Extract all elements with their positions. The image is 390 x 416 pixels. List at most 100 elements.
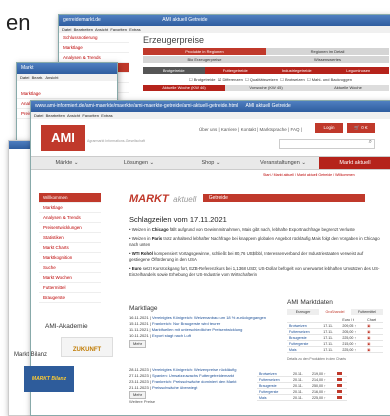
- chart-icon[interactable]: [336, 372, 342, 376]
- chart-icon[interactable]: [336, 384, 342, 388]
- filter-checkbox[interactable]: ☑ Differenzen: [218, 77, 243, 82]
- markt-bilanz-badge[interactable]: MARKT Bilanz: [24, 366, 74, 392]
- back-filters: ☐ Brotgetreide ☑ Differenzen ☐ Qualitäts…: [189, 77, 352, 82]
- main-sidebar: Willkommen Marktlage Analysen & Trends P…: [39, 193, 101, 303]
- marktdaten-note[interactable]: Details zu den Produkten in den Charts: [287, 357, 346, 361]
- menu-favorites[interactable]: Favoriten: [82, 113, 99, 118]
- more-button-2[interactable]: Mehr: [129, 391, 147, 399]
- sidebar-item-braugerste[interactable]: Braugerste: [39, 293, 101, 303]
- nav-maerkte[interactable]: Märkte ⌄: [31, 157, 103, 169]
- sidebar-item-marktlage[interactable]: Marktlage: [39, 203, 101, 213]
- main-window-menubar: Datei Bearbeiten Ansicht Favoriten Extra…: [31, 112, 390, 119]
- markt-bilanz-title: Markt Bilanz: [14, 352, 48, 358]
- subheader-previous: Vorwoche (KW 45): [225, 85, 307, 91]
- chart-icon[interactable]: [336, 390, 342, 394]
- table-row[interactable]: Mais 20.11. 225,00 ↑: [257, 394, 347, 401]
- back-tabs-row2: Bio Erzeugerpreise Wissenswertes: [143, 56, 389, 63]
- table-row[interactable]: Mais 17.11. 225,00 ↑ ▣: [287, 346, 383, 353]
- nav-veranstaltungen[interactable]: Veranstaltungen ⌄: [247, 157, 319, 169]
- headline: Schlagzeilen vom 17.11.2021: [129, 215, 227, 224]
- menu-file[interactable]: Datei: [20, 75, 29, 80]
- marktdaten-tab[interactable]: Großhandel: [319, 309, 351, 315]
- menu-view[interactable]: Ansicht: [67, 113, 80, 118]
- sidebar-item[interactable]: Marktlage: [17, 89, 117, 99]
- menu-file[interactable]: Datei: [62, 27, 71, 32]
- tab-bio[interactable]: Bio Erzeugerpreise: [143, 56, 266, 63]
- chart-icon: ▣: [365, 346, 383, 353]
- login-button[interactable]: Login: [315, 123, 343, 133]
- filter-checkbox[interactable]: ☐ Qualitätsweizen: [245, 77, 278, 82]
- sidebar-item[interactable]: Marktlage: [59, 43, 129, 53]
- menu-extras[interactable]: Extras: [129, 27, 140, 32]
- akademie-banner[interactable]: ZUKUNFT: [61, 337, 113, 357]
- bullet-item: • Euro setzt Kursrückgang fort, EZB-Refe…: [129, 266, 380, 277]
- sidebar-item-suche[interactable]: Suche: [39, 263, 101, 273]
- col-futtergetreide[interactable]: Futtergetreide: [204, 67, 266, 74]
- sidebar-item-futtermittel[interactable]: Futtermittel: [39, 283, 101, 293]
- sidebar-item-preise[interactable]: Preisentwicklungen: [39, 223, 101, 233]
- logo-text: AMI: [51, 130, 75, 145]
- marktdaten-title: AMI Marktdaten: [287, 299, 333, 306]
- back-window-titlebar[interactable]: gerreidemarkt.de AMI aktuell Getreide: [59, 15, 390, 26]
- breadcrumb[interactable]: Start / Markt aktuell / Markt aktuell Ge…: [263, 173, 355, 177]
- chart-icon[interactable]: [336, 396, 342, 400]
- top-links[interactable]: Über uns | Karriere | Kontakt | Marktspr…: [199, 127, 302, 132]
- tab-wissenswertes[interactable]: Wissenswertes: [266, 56, 389, 63]
- main-window-titlebar[interactable]: www.ami-informiert.de/ami-maerkte/maerkt…: [31, 101, 390, 112]
- menu-file[interactable]: Datei: [34, 113, 43, 118]
- marktdaten-tab[interactable]: Erzeuger: [287, 309, 319, 315]
- mid-window-titlebar[interactable]: Markt: [17, 63, 117, 74]
- col-leguminosen[interactable]: Leguminosen: [327, 67, 389, 74]
- menu-view[interactable]: Ansicht: [95, 27, 108, 32]
- tab-produkte[interactable]: Produkte in Regionen: [143, 48, 266, 55]
- ami-logo[interactable]: AMI: [41, 125, 85, 151]
- filter-checkbox[interactable]: ☐ Mahl- und Backroggen: [307, 77, 352, 82]
- menu-extras[interactable]: Extras: [101, 113, 112, 118]
- nav-shop[interactable]: Shop ⌄: [175, 157, 247, 169]
- sidebar-item-wochen[interactable]: Markt Wochen: [39, 273, 101, 283]
- filter-checkbox[interactable]: ☐ Brotgetreide: [189, 77, 216, 82]
- search-input[interactable]: ⌕: [279, 139, 375, 149]
- marktdaten-tab[interactable]: Futtermittel: [351, 309, 383, 315]
- marktdaten-tabs: Erzeuger Großhandel Futtermittel: [287, 309, 383, 315]
- marktlage-item[interactable]: 10.11.2021 | Export stagt nach Luft: [129, 333, 281, 339]
- brand-aktuell: aktuell: [173, 195, 197, 204]
- search-icon: ⌕: [368, 139, 372, 145]
- back-window-tab[interactable]: AMI aktuell Getreide: [162, 17, 207, 23]
- col-brotgetreide[interactable]: Brotgetreide: [143, 67, 205, 74]
- menu-edit[interactable]: Bearbeiten: [46, 113, 65, 118]
- marktdaten-table: Euro / t Chart Brotweizen 17.11. 209,05 ↑ ▣ …: [287, 317, 383, 353]
- main-window-tab[interactable]: AMI aktuell Getreide: [246, 103, 291, 109]
- headline-bullets: • Weizen in Chicago fällt aufgrund von G…: [129, 227, 383, 281]
- menu-edit[interactable]: Bearbeiten: [74, 27, 93, 32]
- main-window-url[interactable]: www.ami-informiert.de/ami-maerkte/maerkt…: [35, 103, 238, 109]
- sidebar-item-marktkognition[interactable]: Marktkognition: [39, 253, 101, 263]
- cart-icon: 🛒: [354, 125, 361, 130]
- menu-edit[interactable]: Bearb.: [32, 75, 44, 80]
- filter-checkbox[interactable]: ☐ Brotweizen: [280, 77, 305, 82]
- back-window-url: gerreidemarkt.de: [63, 17, 101, 23]
- chart-icon[interactable]: [336, 378, 342, 382]
- lower-price-table: Brotweizen 20.11. 219,00 ↑ Futterweizen 20.…: [257, 371, 347, 401]
- brand-tag: Getreide: [202, 193, 365, 202]
- sidebar-item[interactable]: Schlussnotierung: [59, 33, 129, 43]
- sidebar-item-analysen[interactable]: Analysen & Trends: [39, 213, 101, 223]
- logo-subtitle: Agrarmarkt Informations-Gesellschaft: [87, 139, 145, 143]
- nav-loesungen[interactable]: Lösungen ⌄: [103, 157, 175, 169]
- nav-markt-aktuell[interactable]: Markt aktuell: [319, 157, 390, 169]
- markt-aktuell-brand: MARKT aktuell Getreide: [129, 189, 365, 207]
- menu-view[interactable]: Ansicht: [45, 75, 58, 80]
- col-industrie[interactable]: Industriegetreide: [266, 67, 328, 74]
- sidebar-item-charts[interactable]: Markt Charts: [39, 243, 101, 253]
- cart-button[interactable]: 🛒 0 €: [347, 123, 375, 133]
- sidebar-item-willkommen[interactable]: Willkommen: [39, 193, 101, 203]
- bullet-item: • WTI Rohöl kompensiert Vortagsgewinne, …: [129, 251, 364, 262]
- subheader-current: Aktuelle Woche (KW 46): [143, 85, 225, 91]
- tab-regionen[interactable]: Regionen im Detail: [266, 48, 389, 55]
- bullet-item: • Weizen in Chicago fällt aufgrund von G…: [129, 227, 355, 232]
- sidebar-item-statistiken[interactable]: Statistiken: [39, 233, 101, 243]
- bullet-item: • Weizen in Paris trotz anhaltend lebhaf…: [129, 236, 380, 247]
- menu-favorites[interactable]: Favoriten: [110, 27, 127, 32]
- more-button[interactable]: Mehr: [129, 340, 147, 348]
- header-word: en: [6, 10, 31, 35]
